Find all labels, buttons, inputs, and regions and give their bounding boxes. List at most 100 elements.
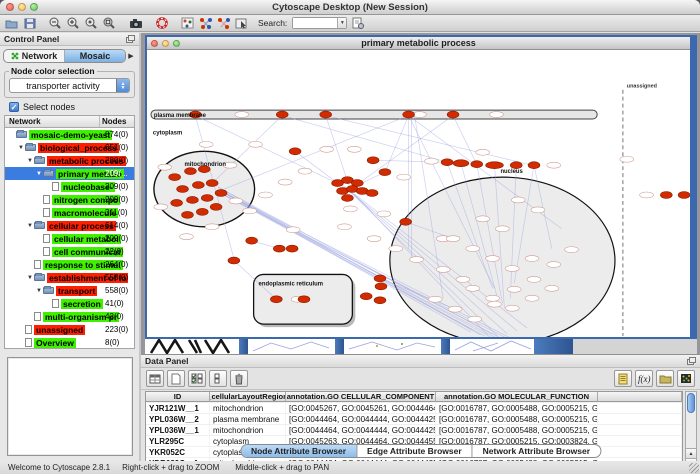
- network-view-titlebar[interactable]: primary metabolic process: [147, 37, 690, 50]
- tree-row[interactable]: multi-organism pr42(0): [5, 310, 134, 323]
- network-node-selected-color[interactable]: [441, 159, 453, 166]
- network-node-selected-color[interactable]: [486, 162, 504, 169]
- network-node-selected-color[interactable]: [273, 245, 285, 252]
- netwin-minimize-button[interactable]: [162, 40, 169, 47]
- search-input[interactable]: [293, 18, 337, 28]
- select-nodes-checkbox[interactable]: ✓: [9, 102, 19, 112]
- network-node[interactable]: [158, 164, 172, 170]
- tree-row[interactable]: response to stimul264(0): [5, 258, 134, 271]
- network-node-selected-color[interactable]: [374, 275, 386, 282]
- tree-row[interactable]: ▼transport558(0): [5, 284, 134, 297]
- table-row[interactable]: YJR121W__1mitochondrion[GO:0045267, GO:0…: [146, 403, 682, 414]
- select-attributes-icon[interactable]: [188, 370, 206, 387]
- zoom-fit-icon[interactable]: [102, 16, 117, 30]
- combobox-stepper-icon[interactable]: ▲▼: [116, 79, 129, 92]
- network-node[interactable]: [410, 257, 424, 263]
- network-node-selected-color[interactable]: [320, 111, 332, 118]
- network-node[interactable]: [476, 216, 490, 222]
- float-panel-icon[interactable]: [687, 357, 696, 365]
- network-node-selected-color[interactable]: [471, 161, 483, 168]
- disclosure-icon[interactable]: ▼: [35, 288, 43, 294]
- network-node-selected-color[interactable]: [228, 257, 240, 264]
- network-node-selected-color[interactable]: [400, 218, 412, 225]
- network-node[interactable]: [488, 301, 502, 307]
- network-node-selected-color[interactable]: [186, 196, 198, 203]
- tree-column-nodes[interactable]: Nodes: [100, 117, 134, 126]
- tree-row[interactable]: ▼biological_process651(0): [5, 141, 134, 154]
- disclosure-icon[interactable]: ▼: [35, 171, 43, 177]
- network-node[interactable]: [343, 206, 357, 212]
- tab-edge-attribute-browser[interactable]: Edge Attribute Browser: [357, 445, 473, 457]
- zoom-in-icon[interactable]: [66, 16, 81, 30]
- network-node-selected-color[interactable]: [375, 283, 387, 290]
- network-node-selected-color[interactable]: [171, 199, 183, 206]
- network-node-selected-color[interactable]: [298, 296, 310, 303]
- network-node-selected-color[interactable]: [510, 162, 522, 169]
- table-row[interactable]: YPL036W__1mitochondrion[GO:0044464, GO:0…: [146, 425, 682, 436]
- network-node-selected-color[interactable]: [276, 111, 288, 118]
- delete-attribute-trash-icon[interactable]: [230, 370, 248, 387]
- network-node[interactable]: [320, 146, 334, 152]
- zoom-selected-icon[interactable]: [84, 16, 99, 30]
- network-node-selected-color[interactable]: [341, 194, 353, 201]
- zoom-button[interactable]: [30, 3, 38, 11]
- tab-network[interactable]: Network: [4, 50, 65, 62]
- network-node[interactable]: [448, 306, 462, 312]
- save-session-button[interactable]: [22, 16, 37, 30]
- network-node-selected-color[interactable]: [192, 182, 204, 189]
- network-node-selected-color[interactable]: [270, 296, 282, 303]
- new-attribute-icon[interactable]: [167, 370, 185, 387]
- network-node[interactable]: [249, 141, 263, 147]
- network-node-selected-color[interactable]: [185, 168, 197, 175]
- network-navigator-panel[interactable]: [7, 357, 133, 456]
- network-node[interactable]: [180, 234, 194, 240]
- search-dropdown-icon[interactable]: ▼: [337, 18, 346, 28]
- network-node[interactable]: [436, 266, 450, 272]
- network-node[interactable]: [466, 285, 480, 291]
- network-node-selected-color[interactable]: [447, 111, 459, 118]
- table-column-header[interactable]: [598, 392, 682, 402]
- table-row[interactable]: YPL036W__2plasma membrane[GO:0044464, GO…: [146, 414, 682, 425]
- table-scrollbar[interactable]: ▲ ▼: [685, 391, 697, 461]
- layout-icon[interactable]: [180, 16, 195, 30]
- network-node-selected-color[interactable]: [528, 162, 540, 169]
- network-node[interactable]: [565, 247, 579, 253]
- network-node-selected-color[interactable]: [286, 245, 298, 252]
- background-windows-strip[interactable]: [145, 339, 697, 354]
- network-node[interactable]: [243, 208, 257, 214]
- disclosure-icon[interactable]: ▼: [26, 158, 34, 164]
- network-node[interactable]: [640, 192, 654, 198]
- hide-selected-nodes-icon[interactable]: [198, 16, 213, 30]
- network-node[interactable]: [507, 286, 521, 292]
- tree-row[interactable]: Overview8(0): [5, 336, 134, 349]
- tree-row[interactable]: macromolecule311(0): [5, 206, 134, 219]
- tree-row[interactable]: ▼cellular process614(0): [5, 219, 134, 232]
- disclosure-icon[interactable]: ▼: [17, 145, 25, 151]
- network-node[interactable]: [620, 156, 634, 162]
- network-node[interactable]: [505, 305, 519, 311]
- network-node-selected-color[interactable]: [196, 208, 208, 215]
- tree-row[interactable]: nitrogen compo209(0): [5, 193, 134, 206]
- network-node[interactable]: [428, 296, 442, 302]
- tree-row[interactable]: ▼metabolic process280(0): [5, 154, 134, 167]
- vizmapper-icon[interactable]: [154, 16, 169, 30]
- scroll-up-icon[interactable]: ▲: [686, 448, 696, 458]
- netwin-close-button[interactable]: [151, 40, 158, 47]
- network-node-selected-color[interactable]: [182, 211, 194, 218]
- network-node[interactable]: [531, 207, 545, 213]
- network-node-selected-color[interactable]: [366, 190, 378, 197]
- network-node[interactable]: [377, 211, 391, 217]
- network-node[interactable]: [424, 158, 438, 164]
- node-color-combobox[interactable]: transporter activity ▲▼: [9, 78, 130, 93]
- network-node-selected-color[interactable]: [379, 169, 391, 176]
- network-node[interactable]: [397, 174, 411, 180]
- network-node[interactable]: [468, 316, 482, 322]
- snapshot-camera-icon[interactable]: [128, 16, 143, 30]
- network-node-selected-color[interactable]: [360, 293, 372, 300]
- network-node[interactable]: [525, 256, 539, 262]
- network-node[interactable]: [389, 246, 403, 252]
- network-node[interactable]: [278, 179, 292, 185]
- network-node[interactable]: [486, 295, 500, 301]
- table-column-header[interactable]: annotation.GO CELLULAR_COMPONENT: [286, 392, 436, 402]
- tree-row[interactable]: ▼establishment of lo558(0): [5, 271, 134, 284]
